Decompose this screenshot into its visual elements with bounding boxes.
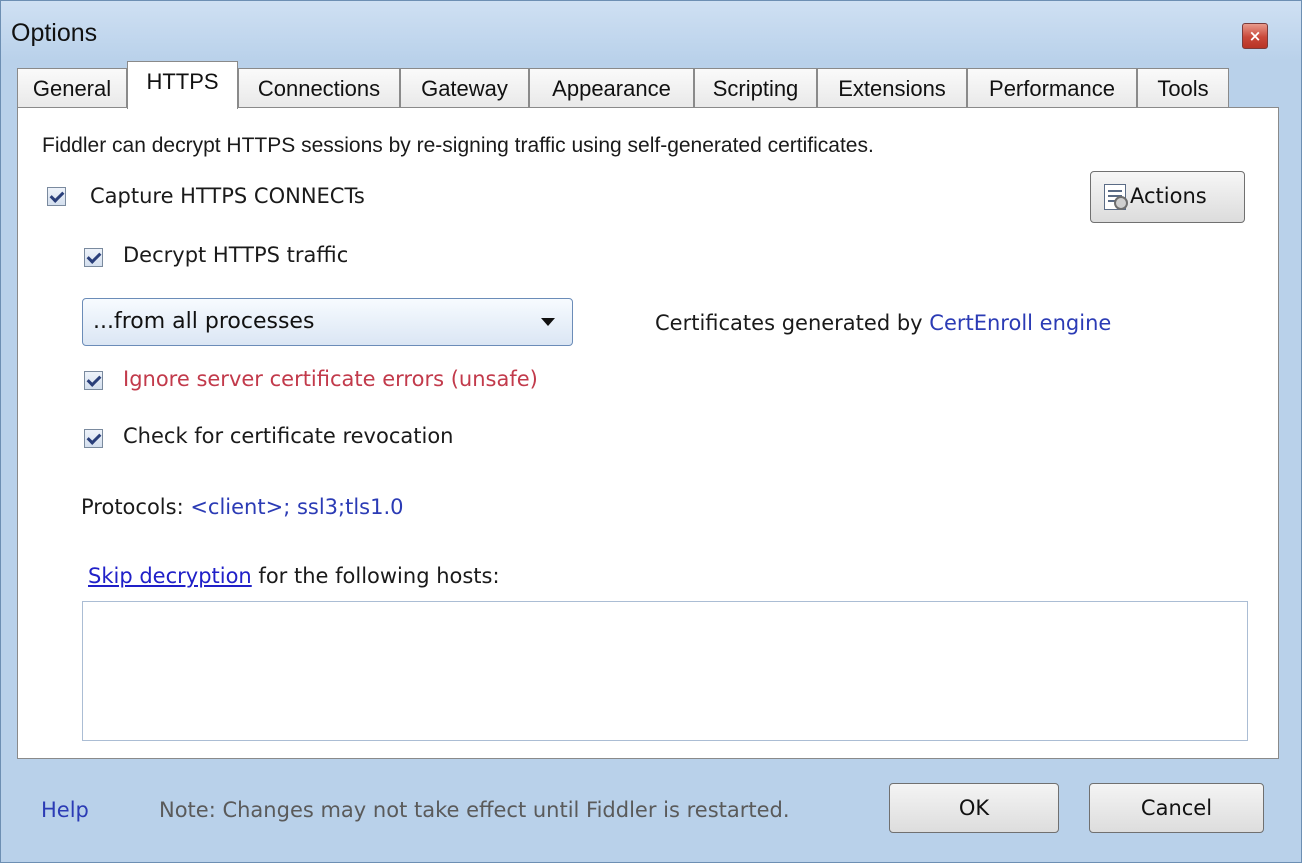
certificate-actions-icon — [1104, 184, 1128, 210]
capture-connects-checkbox[interactable] — [47, 187, 66, 206]
process-filter-dropdown[interactable]: ...from all processes — [82, 298, 573, 346]
tab-gateway[interactable]: Gateway — [400, 68, 529, 107]
capture-connects-label: Capture HTTPS CONNECTs — [90, 184, 365, 208]
tab-general[interactable]: General — [17, 68, 127, 107]
cert-engine-link[interactable]: CertEnroll engine — [929, 311, 1111, 335]
skip-decryption-row: Skip decryption for the following hosts: — [88, 564, 500, 588]
actions-button-label: Actions — [1130, 184, 1207, 208]
skip-hosts-textarea[interactable] — [82, 601, 1248, 741]
https-description: Fiddler can decrypt HTTPS sessions by re… — [42, 134, 874, 157]
restart-note: Note: Changes may not take effect until … — [159, 798, 790, 822]
tab-https[interactable]: HTTPS — [127, 61, 238, 109]
title-bar: Options × — [1, 1, 1301, 61]
close-button[interactable]: × — [1242, 23, 1268, 49]
decrypt-traffic-label: Decrypt HTTPS traffic — [123, 243, 349, 267]
ok-button[interactable]: OK — [889, 783, 1059, 833]
check-revocation-checkbox[interactable] — [84, 429, 103, 448]
check-revocation-label: Check for certificate revocation — [123, 424, 454, 448]
tab-scripting[interactable]: Scripting — [694, 68, 817, 107]
tab-appearance[interactable]: Appearance — [529, 68, 694, 107]
protocols-row: Protocols: <client>; ssl3;tls1.0 — [81, 495, 404, 519]
tab-extensions[interactable]: Extensions — [817, 68, 967, 107]
chevron-down-icon — [541, 318, 555, 326]
tab-performance[interactable]: Performance — [967, 68, 1137, 107]
cancel-button[interactable]: Cancel — [1089, 783, 1264, 833]
cert-engine-text: Certificates generated by CertEnroll eng… — [655, 311, 1111, 335]
decrypt-traffic-checkbox[interactable] — [84, 248, 103, 267]
ignore-errors-label: Ignore server certificate errors (unsafe… — [123, 367, 538, 391]
help-link[interactable]: Help — [41, 798, 89, 822]
skip-decryption-suffix: for the following hosts: — [251, 564, 500, 588]
https-tab-panel: Fiddler can decrypt HTTPS sessions by re… — [17, 107, 1279, 759]
protocols-link[interactable]: <client>; ssl3;tls1.0 — [190, 495, 403, 519]
tab-connections[interactable]: Connections — [238, 68, 400, 107]
ignore-errors-checkbox[interactable] — [84, 371, 103, 390]
window-title: Options — [11, 19, 98, 47]
protocols-label: Protocols: — [81, 495, 191, 519]
cert-engine-prefix: Certificates generated by — [655, 311, 930, 335]
close-icon: × — [1248, 27, 1262, 45]
skip-decryption-link[interactable]: Skip decryption — [88, 564, 252, 588]
actions-button[interactable]: Actions — [1090, 171, 1245, 223]
process-filter-value: ...from all processes — [93, 309, 315, 334]
tab-tools[interactable]: Tools — [1137, 68, 1229, 107]
options-window: Options × General HTTPS Connections Gate… — [0, 0, 1302, 863]
